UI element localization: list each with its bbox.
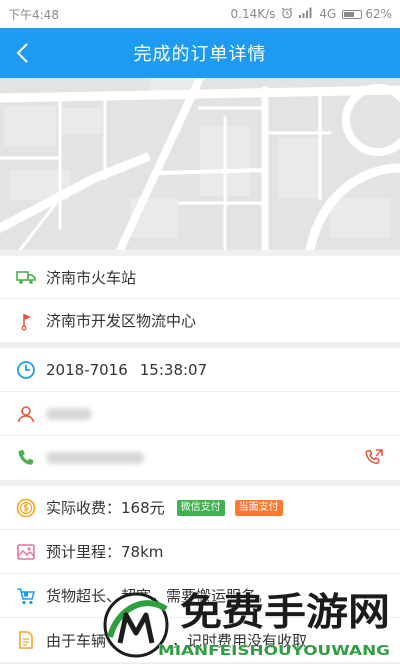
fee-group: 实际收费：168元 微信支付 当面支付 预计里程：78km 货物超长、超宽，需要… [0,486,400,662]
note-text-start: 由于车辆 [46,631,107,650]
app-header: 完成的订单详情 [0,28,400,78]
note-text-end: ，记时费用没有收取 [172,631,308,650]
cash-pay-badge: 当面支付 [234,499,283,516]
network-type: 4G [319,7,337,21]
route-group: 济南市火车站 济南市开发区物流中心 [0,256,400,342]
contact-name-redacted [46,407,92,420]
net-speed: 0.14K/s [230,7,276,21]
destination-text: 济南市开发区物流中心 [46,312,197,330]
fee-text: 实际收费：168元 [46,499,165,517]
route-map[interactable] [0,78,400,250]
status-bar: 下午4:48 0.14K/s 4G 62% [0,0,400,28]
battery-indicator: 62% [342,7,392,21]
phone-number-redacted [46,452,144,464]
contact-group: 2018-7016 15:38:07 [0,348,400,480]
wechat-pay-badge: 微信支付 [176,499,225,516]
clock-icon [16,360,36,380]
phone-row [0,436,400,480]
battery-percent: 62% [365,7,392,21]
origin-text: 济南市火车站 [46,268,137,287]
map-icon [16,542,36,562]
cargo-row: 货物超长、超宽，需要搬运服务。 [0,574,400,618]
distance-row: 预计里程：78km [0,530,400,574]
time-row: 2018-7016 15:38:07 [0,348,400,392]
phone-icon [16,448,36,468]
document-icon [16,630,36,650]
signal-icon [299,7,313,21]
order-details: 济南市火车站 济南市开发区物流中心 2018-7016 15:38:07 实际收… [0,256,400,662]
status-indicators: 0.14K/s 4G 62% [231,7,393,22]
chevron-left-icon[interactable] [12,41,36,65]
flag-icon [16,311,36,331]
person-icon [16,404,36,424]
origin-row: 济南市火车站 [0,256,400,299]
order-date: 2018-7016 [46,360,128,379]
page-title: 完成的订单详情 [133,44,267,65]
destination-row: 济南市开发区物流中心 [0,299,400,342]
distance-text: 预计里程：78km [46,543,164,561]
contact-row [0,392,400,436]
cargo-text: 货物超长、超宽，需要搬运服务。 [46,587,272,605]
status-time: 下午4:48 [8,7,59,22]
note-row: 由于车辆 ，记时费用没有收取 [0,618,400,662]
fee-row: 实际收费：168元 微信支付 当面支付 [0,486,400,530]
order-clock: 15:38:07 [139,360,208,379]
battery-icon [342,9,363,19]
call-outgoing-icon[interactable] [364,448,384,468]
alarm-icon [281,7,293,22]
truck-icon [16,267,36,287]
coin-icon [16,498,36,518]
cart-icon [16,586,36,606]
